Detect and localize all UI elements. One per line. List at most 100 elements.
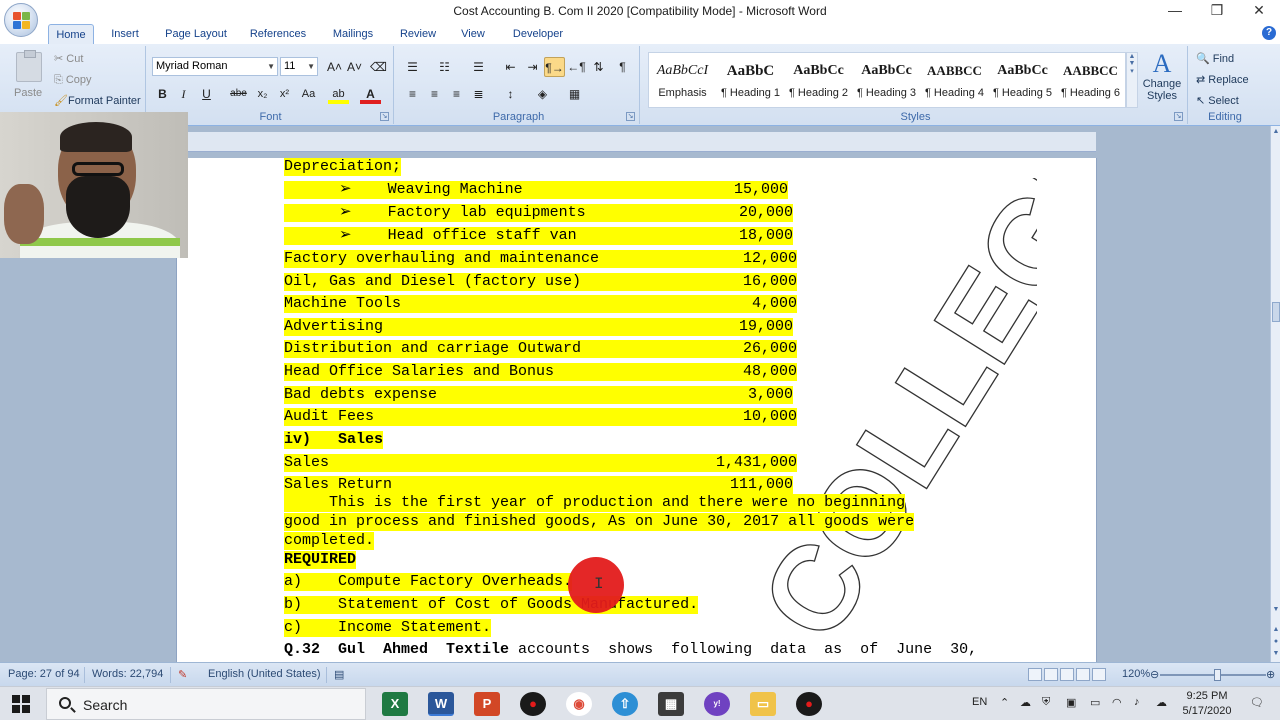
zoom-in-icon[interactable]: ⊕ <box>1266 668 1275 681</box>
cut-button[interactable]: ✂ Cut <box>54 50 83 69</box>
help-icon[interactable]: ? <box>1262 26 1276 40</box>
decrease-indent-icon[interactable]: ⇤ <box>500 57 521 77</box>
tab-developer[interactable]: Developer <box>506 24 570 44</box>
show-formatting-button[interactable]: ¶ <box>612 57 633 77</box>
style-emphasis[interactable]: AaBbCcI Emphasis <box>649 53 716 107</box>
chevron-up-icon[interactable]: ⌃ <box>1000 696 1009 709</box>
style-heading-4[interactable]: AABBCC ¶ Heading 4 <box>921 53 988 107</box>
select-button[interactable]: ↖ Select <box>1196 92 1239 111</box>
system-clock[interactable]: 9:25 PM 5/17/2020 <box>1180 689 1234 719</box>
tab-review[interactable]: Review <box>394 24 442 44</box>
tab-insert[interactable]: Insert <box>102 24 148 44</box>
browse-object-icon[interactable]: ● <box>1271 638 1280 648</box>
chrome-icon[interactable]: ◉ <box>566 692 592 716</box>
outline-view-icon[interactable] <box>1076 668 1090 681</box>
close-button[interactable]: ✕ <box>1238 0 1280 22</box>
language-indicator[interactable]: English (United States) <box>208 668 321 680</box>
tab-home[interactable]: Home <box>48 24 94 44</box>
increase-indent-icon[interactable]: ⇥ <box>522 57 543 77</box>
clear-formatting-icon[interactable]: ⌫ <box>368 57 389 77</box>
tab-page-layout[interactable]: Page Layout <box>160 24 232 44</box>
zoom-level[interactable]: 120% <box>1122 668 1150 680</box>
web-layout-icon[interactable] <box>1060 668 1074 681</box>
excel-icon[interactable]: X <box>382 692 408 716</box>
align-center-icon[interactable]: ≡ <box>424 84 445 104</box>
font-size-field[interactable]: 11 ▼ <box>280 57 318 76</box>
record-icon[interactable]: ● <box>520 692 546 716</box>
zoom-slider-knob[interactable] <box>1214 669 1221 681</box>
prev-page-icon[interactable]: ▲ <box>1271 626 1280 636</box>
proofing-icon[interactable]: ✎ <box>178 668 187 681</box>
superscript-button[interactable]: x² <box>274 84 295 104</box>
device-icon[interactable]: ▣ <box>1066 696 1076 709</box>
horizontal-ruler[interactable] <box>188 132 1096 152</box>
find-button[interactable]: 🔍 Find <box>1196 50 1234 69</box>
change-styles-button[interactable]: A Change Styles <box>1142 50 1182 108</box>
volume-icon[interactable]: ♪ <box>1134 696 1140 708</box>
tab-references[interactable]: References <box>244 24 312 44</box>
change-case-button[interactable]: Aa <box>298 84 319 104</box>
font-dialog-launcher-icon[interactable]: ↘ <box>380 112 389 121</box>
calculator-icon[interactable]: ▦ <box>658 692 684 716</box>
font-name-field[interactable]: Myriad Roman ▼ <box>152 57 278 76</box>
scrollbar-thumb[interactable] <box>1272 302 1280 322</box>
style-heading-3[interactable]: AaBbCc ¶ Heading 3 <box>853 53 920 107</box>
notification-icon[interactable]: 🗨 <box>1250 696 1264 709</box>
copy-button[interactable]: ⎘ Copy <box>54 71 92 90</box>
draft-view-icon[interactable] <box>1092 668 1106 681</box>
align-left-icon[interactable]: ≡ <box>402 84 423 104</box>
file-explorer-icon[interactable]: ▭ <box>750 692 776 716</box>
paste-icon[interactable] <box>16 50 42 82</box>
strikethrough-button[interactable]: abe <box>228 84 249 104</box>
record-icon-2[interactable]: ● <box>796 692 822 716</box>
macro-recording-icon[interactable]: ▤ <box>334 668 344 681</box>
shading-icon[interactable]: ◈ <box>532 84 553 104</box>
full-screen-reading-icon[interactable] <box>1044 668 1058 681</box>
multilevel-list-icon[interactable]: ☰ <box>468 57 489 77</box>
page-count[interactable]: Page: 27 of 94 <box>8 668 80 680</box>
onedrive-icon[interactable]: ☁ <box>1020 696 1031 709</box>
word-count[interactable]: Words: 22,794 <box>92 668 163 680</box>
restore-button[interactable]: ❒ <box>1196 0 1238 22</box>
font-color-button[interactable]: A <box>360 84 381 104</box>
cloud-sync-icon[interactable]: ☁ <box>1156 696 1167 709</box>
format-painter-button[interactable]: 🖌Format Painter <box>54 92 141 111</box>
tab-mailings[interactable]: Mailings <box>324 24 382 44</box>
word-icon[interactable]: W <box>428 692 454 716</box>
align-right-icon[interactable]: ≡ <box>446 84 467 104</box>
windows-start-icon[interactable] <box>12 695 30 713</box>
borders-icon[interactable]: ▦ <box>564 84 585 104</box>
tab-view[interactable]: View <box>452 24 494 44</box>
paragraph-dialog-launcher-icon[interactable]: ↘ <box>626 112 635 121</box>
rtl-text-icon[interactable]: ←¶ <box>566 57 587 77</box>
italic-button[interactable]: I <box>173 84 194 104</box>
style-heading-6[interactable]: AABBCC ¶ Heading 6 <box>1057 53 1124 107</box>
battery-icon[interactable]: ▭ <box>1090 696 1100 709</box>
zoom-slider-track[interactable] <box>1160 674 1266 676</box>
language-indicator-tray[interactable]: EN <box>972 696 987 708</box>
vertical-scrollbar[interactable]: ▲ ▼ ▲ ● ▼ <box>1270 126 1280 662</box>
style-heading-2[interactable]: AaBbCc ¶ Heading 2 <box>785 53 852 107</box>
scroll-up-icon[interactable]: ▲ <box>1271 128 1280 138</box>
justify-icon[interactable]: ≣ <box>468 84 489 104</box>
highlight-button[interactable]: ab <box>328 84 349 104</box>
next-page-icon[interactable]: ▼ <box>1271 650 1280 660</box>
grow-font-button[interactable]: A˄ <box>324 57 345 77</box>
scroll-down-icon[interactable]: ▼ <box>1271 606 1280 616</box>
paste-button[interactable]: Paste <box>14 84 42 103</box>
zoom-out-icon[interactable]: ⊖ <box>1150 668 1159 681</box>
powerpoint-icon[interactable]: P <box>474 692 500 716</box>
style-heading-1[interactable]: AaBbC ¶ Heading 1 <box>717 53 784 107</box>
line-spacing-icon[interactable]: ↕ <box>500 84 521 104</box>
bold-button[interactable]: B <box>152 84 173 104</box>
subscript-button[interactable]: x₂ <box>252 84 273 104</box>
print-layout-view-icon[interactable] <box>1028 668 1042 681</box>
security-icon[interactable]: ⛨ <box>1042 696 1050 709</box>
shrink-font-button[interactable]: A˅ <box>344 57 365 77</box>
office-button[interactable] <box>4 3 38 37</box>
underline-button[interactable]: U <box>196 84 217 104</box>
bullets-icon[interactable]: ☰ <box>402 57 423 77</box>
numbering-icon[interactable]: ☷ <box>434 57 455 77</box>
wifi-icon[interactable]: ◠ <box>1112 696 1122 709</box>
styles-dialog-launcher-icon[interactable]: ↘ <box>1174 112 1183 121</box>
